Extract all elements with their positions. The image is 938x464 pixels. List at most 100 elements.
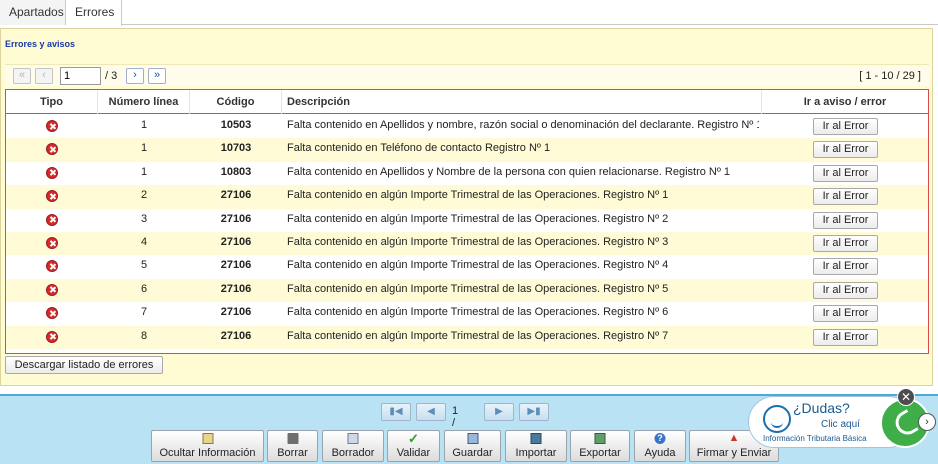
error-icon <box>46 283 58 296</box>
error-icon <box>46 237 58 249</box>
col-descripcion: Descripción <box>282 90 762 114</box>
error-code: 27106 <box>220 259 252 272</box>
tool-button-0[interactable]: Ocultar Información <box>151 430 264 462</box>
info-panel-icon <box>202 433 213 444</box>
error-code: 27106 <box>220 236 252 248</box>
page-number-input[interactable] <box>60 67 101 85</box>
line-number: 5 <box>140 259 148 272</box>
tool-label: Borrador <box>331 447 375 459</box>
chat-subtitle: Clic aquí <box>821 419 860 430</box>
table-row: 1 10703 Falta contenido en Teléfono de con… <box>6 138 928 162</box>
error-description: Falta contenido en algún Importe Trimest… <box>287 329 669 342</box>
tool-label: Firmar y Enviar <box>696 447 772 459</box>
go-to-error-button[interactable]: Ir al Error <box>813 118 878 135</box>
tool-button-2[interactable]: Borrador <box>322 430 384 462</box>
trash-icon <box>287 433 298 444</box>
go-to-error-button[interactable]: Ir al Error <box>813 164 878 182</box>
tool-button-6[interactable]: Exportar <box>570 430 630 462</box>
page-total: / 3 <box>105 70 118 82</box>
table-row: 1 10503 Falta contenido en Apellidos y nom… <box>6 115 928 139</box>
chat-title: ¿Dudas? <box>793 400 850 416</box>
chat-note: Información Tributaria Básica <box>763 434 867 443</box>
draft-icon <box>347 433 359 444</box>
footer-first-button[interactable]: ▮◀ <box>381 403 411 421</box>
errors-panel: Errores y avisos « ‹ / 3 › » [ 1 - 10 / … <box>0 28 933 386</box>
tool-button-5[interactable]: Importar <box>505 430 567 462</box>
check-icon: ✓ <box>408 431 419 446</box>
next-page-button[interactable]: › <box>126 68 144 84</box>
col-numero-linea: Número línea <box>98 90 190 114</box>
save-icon <box>467 433 478 444</box>
col-ir-aviso: Ir a aviso / error <box>803 96 887 108</box>
tab-errores[interactable]: Errores <box>66 0 122 26</box>
footer-prev-button[interactable]: ◀ <box>416 403 446 421</box>
error-code: 27106 <box>220 329 252 342</box>
error-icon <box>46 166 58 179</box>
tool-label: Guardar <box>452 447 493 459</box>
errors-table: Tipo Número línea Código Descripción Ir … <box>5 89 929 354</box>
line-number: 1 <box>140 165 148 178</box>
tool-label: Ocultar Información <box>159 447 256 459</box>
go-to-error-button[interactable]: Ir al Error <box>813 328 878 346</box>
tool-button-3[interactable]: ✓ Validar <box>387 430 440 462</box>
tool-button-7[interactable]: ? Ayuda <box>634 430 686 462</box>
tool-button-1[interactable]: Borrar <box>267 430 318 462</box>
error-description: Falta contenido en algún Importe Trimest… <box>287 189 669 202</box>
go-to-error-button[interactable]: Ir al Error <box>813 211 878 229</box>
tool-label: Importar <box>515 447 557 459</box>
error-description: Falta contenido en algún Importe Trimest… <box>287 236 669 248</box>
tool-button-4[interactable]: Guardar <box>444 430 501 462</box>
line-number: 8 <box>140 329 148 342</box>
download-errors-button[interactable]: Descargar listado de errores <box>5 356 163 374</box>
tool-label: Borrar <box>277 447 308 459</box>
table-row: 8 27106 Falta contenido en algún Importe T… <box>6 325 928 349</box>
tab-apartados[interactable]: Apartados <box>0 0 66 25</box>
error-description: Falta contenido en algún Importe Trimest… <box>287 259 669 272</box>
help-icon: ? <box>654 433 666 444</box>
pager: « ‹ / 3 › » [ 1 - 10 / 29 ] <box>5 64 929 86</box>
table-row: 1 10803 Falta contenido en Apellidos y Nom… <box>6 161 928 186</box>
last-page-button[interactable]: » <box>148 68 166 84</box>
go-to-error-button[interactable]: Ir al Error <box>813 188 878 206</box>
line-number: 1 <box>140 142 148 155</box>
col-codigo: Código <box>190 90 282 114</box>
error-icon <box>46 260 58 273</box>
chat-close-button[interactable]: ✕ <box>897 388 915 406</box>
error-code: 27106 <box>220 189 252 202</box>
go-to-error-button[interactable]: Ir al Error <box>813 281 878 299</box>
line-number: 7 <box>140 306 148 319</box>
table-row: 4 27106 Falta contenido en algún Importe T… <box>6 232 928 256</box>
error-icon <box>46 213 58 226</box>
error-icon <box>46 143 58 156</box>
error-icon <box>46 120 58 132</box>
line-number: 2 <box>140 189 148 202</box>
table-row: 7 27106 Falta contenido en algún Importe T… <box>6 302 928 326</box>
footer-next-button[interactable]: ▶ <box>484 403 514 421</box>
app-root: Apartados Errores Errores y avisos « ‹ /… <box>0 0 938 464</box>
go-to-error-button[interactable]: Ir al Error <box>813 235 878 252</box>
tab-bar: Apartados Errores <box>0 0 938 26</box>
error-code: 10803 <box>220 165 252 178</box>
error-code: 10503 <box>220 119 252 131</box>
prev-page-button[interactable]: ‹ <box>35 68 53 84</box>
tool-label: Exportar <box>579 447 621 459</box>
error-description: Falta contenido en algún Importe Trimest… <box>287 306 669 319</box>
table-row: 6 27106 Falta contenido en algún Importe T… <box>6 278 928 303</box>
error-code: 27106 <box>220 212 252 225</box>
chat-expand-button[interactable]: › <box>918 413 936 431</box>
error-description: Falta contenido en algún Importe Trimest… <box>287 212 669 225</box>
first-page-button[interactable]: « <box>13 68 31 84</box>
sign-icon: ▲ <box>728 432 740 444</box>
col-tipo: Tipo <box>6 90 98 114</box>
go-to-error-button[interactable]: Ir al Error <box>813 141 878 159</box>
line-number: 3 <box>140 212 148 225</box>
error-icon <box>46 190 58 203</box>
go-to-error-button[interactable]: Ir al Error <box>813 305 878 323</box>
error-code: 10703 <box>220 142 252 155</box>
table-row: 3 27106 Falta contenido en algún Importe T… <box>6 208 928 232</box>
error-description: Falta contenido en Apellidos y Nombre de… <box>287 165 731 178</box>
footer-last-button[interactable]: ▶▮ <box>519 403 549 421</box>
go-to-error-button[interactable]: Ir al Error <box>813 258 878 276</box>
error-description: Falta contenido en algún Importe Trimest… <box>287 282 669 295</box>
error-description: Falta contenido en Apellidos y nombre, r… <box>287 119 759 131</box>
